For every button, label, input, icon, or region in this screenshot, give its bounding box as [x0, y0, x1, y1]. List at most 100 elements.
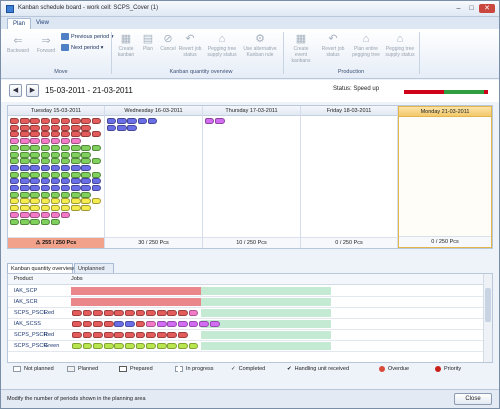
maximize-icon[interactable]: □ — [466, 4, 477, 13]
day-header[interactable]: Tuesday 15-03-2011 — [8, 106, 104, 116]
kanban-job[interactable] — [20, 205, 30, 212]
overview-job[interactable] — [135, 321, 146, 327]
overview-job[interactable] — [156, 321, 167, 327]
kanban-job[interactable] — [205, 118, 215, 124]
overview-job[interactable] — [125, 310, 135, 316]
day-column[interactable]: Wednesday 16-03-2011 30 / 250 Pcs — [105, 106, 203, 248]
overview-job[interactable] — [82, 332, 93, 338]
kanban-job[interactable] — [117, 124, 127, 131]
kanban-job[interactable] — [71, 198, 81, 205]
kanban-job[interactable] — [71, 185, 81, 191]
kanban-job[interactable] — [91, 158, 101, 165]
minimize-icon[interactable]: – — [453, 4, 464, 13]
kanban-job[interactable] — [10, 211, 20, 218]
overview-job[interactable] — [156, 343, 167, 349]
kanban-job[interactable] — [107, 118, 117, 124]
kanban-job[interactable] — [10, 144, 20, 151]
kanban-job[interactable] — [81, 158, 91, 165]
kanban-job[interactable] — [61, 178, 71, 185]
kanban-job[interactable] — [61, 124, 71, 131]
kanban-job[interactable] — [40, 158, 50, 165]
kanban-job[interactable] — [81, 144, 91, 151]
kanban-job[interactable] — [20, 118, 30, 124]
overview-job[interactable] — [188, 321, 199, 327]
kanban-job[interactable] — [117, 118, 127, 124]
overview-job[interactable] — [178, 332, 188, 338]
kanban-job[interactable] — [91, 178, 101, 185]
kanban-job[interactable] — [10, 118, 20, 124]
kanban-job[interactable] — [10, 138, 20, 145]
overview-job[interactable] — [167, 321, 178, 327]
tab-kanban-quantity-overview[interactable]: Kanban quantity overview — [7, 263, 74, 273]
kanban-job[interactable] — [61, 164, 71, 171]
overview-job[interactable] — [209, 321, 220, 327]
next-period-arrow[interactable]: ▶ — [26, 84, 39, 97]
overview-job[interactable] — [156, 332, 167, 338]
kanban-job[interactable] — [81, 191, 91, 198]
kanban-job[interactable] — [61, 191, 71, 198]
kanban-job[interactable] — [10, 205, 20, 212]
kanban-job[interactable] — [40, 151, 50, 158]
pegging-tree-status-button[interactable]: ⌂ Pegging tree supply status — [207, 33, 237, 58]
tab-view[interactable]: View — [31, 18, 54, 29]
overview-job[interactable] — [82, 310, 93, 316]
tab-plan[interactable]: Plan — [7, 18, 32, 29]
overview-job[interactable] — [178, 321, 188, 327]
kanban-job[interactable] — [91, 185, 101, 191]
previous-period-arrow[interactable]: ◀ — [9, 84, 22, 97]
kanban-job[interactable] — [50, 218, 61, 225]
overview-job[interactable] — [82, 321, 93, 327]
forward-button[interactable]: ⇒ Forward — [33, 35, 59, 54]
kanban-job[interactable] — [40, 205, 50, 212]
kanban-job[interactable] — [127, 118, 137, 124]
kanban-job[interactable] — [40, 144, 50, 151]
overview-job[interactable] — [114, 310, 125, 316]
kanban-job[interactable] — [40, 124, 50, 131]
plan-entire-pegging-tree-button[interactable]: ⌂ Plan entire pegging tree — [351, 33, 381, 58]
day-column[interactable]: Thursday 17-03-2011 10 / 250 Pcs — [203, 106, 301, 248]
overview-job[interactable] — [146, 332, 156, 338]
kanban-job[interactable] — [50, 211, 61, 218]
table-row[interactable]: SCPS_PSCL Red — [8, 308, 483, 319]
kanban-job[interactable] — [91, 171, 101, 178]
kanban-job[interactable] — [71, 124, 81, 131]
kanban-job[interactable] — [40, 178, 50, 185]
kanban-job[interactable] — [81, 124, 91, 131]
kanban-job[interactable] — [40, 118, 50, 124]
kanban-job[interactable] — [30, 131, 40, 138]
kanban-job[interactable] — [40, 191, 50, 198]
kanban-job[interactable] — [10, 191, 20, 198]
overview-job[interactable] — [135, 332, 146, 338]
kanban-job[interactable] — [30, 218, 40, 225]
overview-job[interactable] — [146, 310, 156, 316]
kanban-job[interactable] — [30, 151, 40, 158]
overview-job[interactable] — [188, 343, 199, 349]
overview-job[interactable] — [167, 343, 178, 349]
overview-job[interactable] — [114, 332, 125, 338]
next-period-button[interactable]: Next period ▾ — [61, 44, 103, 52]
kanban-job[interactable] — [40, 218, 50, 225]
kanban-job[interactable] — [81, 178, 91, 185]
overview-job[interactable] — [135, 310, 146, 316]
kanban-job[interactable] — [10, 151, 20, 158]
kanban-job[interactable] — [10, 185, 20, 191]
kanban-job[interactable] — [91, 131, 101, 138]
kanban-job[interactable] — [81, 198, 91, 205]
kanban-job[interactable] — [10, 124, 20, 131]
create-event-kanbans-button[interactable]: ▦ Create event kanbans — [287, 33, 315, 64]
alternative-kanban-rule-button[interactable]: ⚙ Use alternative Kanban rule — [243, 33, 277, 58]
kanban-job[interactable] — [50, 185, 61, 191]
close-window-icon[interactable]: ✕ — [479, 4, 495, 13]
overview-job[interactable] — [93, 332, 103, 338]
kanban-job[interactable] — [40, 171, 50, 178]
kanban-job[interactable] — [10, 171, 20, 178]
kanban-job[interactable] — [61, 198, 71, 205]
kanban-job[interactable] — [10, 198, 20, 205]
kanban-job[interactable] — [20, 164, 30, 171]
kanban-job[interactable] — [50, 171, 61, 178]
overview-job[interactable] — [125, 343, 135, 349]
kanban-job[interactable] — [30, 164, 40, 171]
kanban-job[interactable] — [40, 164, 50, 171]
production-revert-job-status-button[interactable]: ↶ Revert job status — [319, 33, 347, 58]
overview-job[interactable] — [146, 343, 156, 349]
